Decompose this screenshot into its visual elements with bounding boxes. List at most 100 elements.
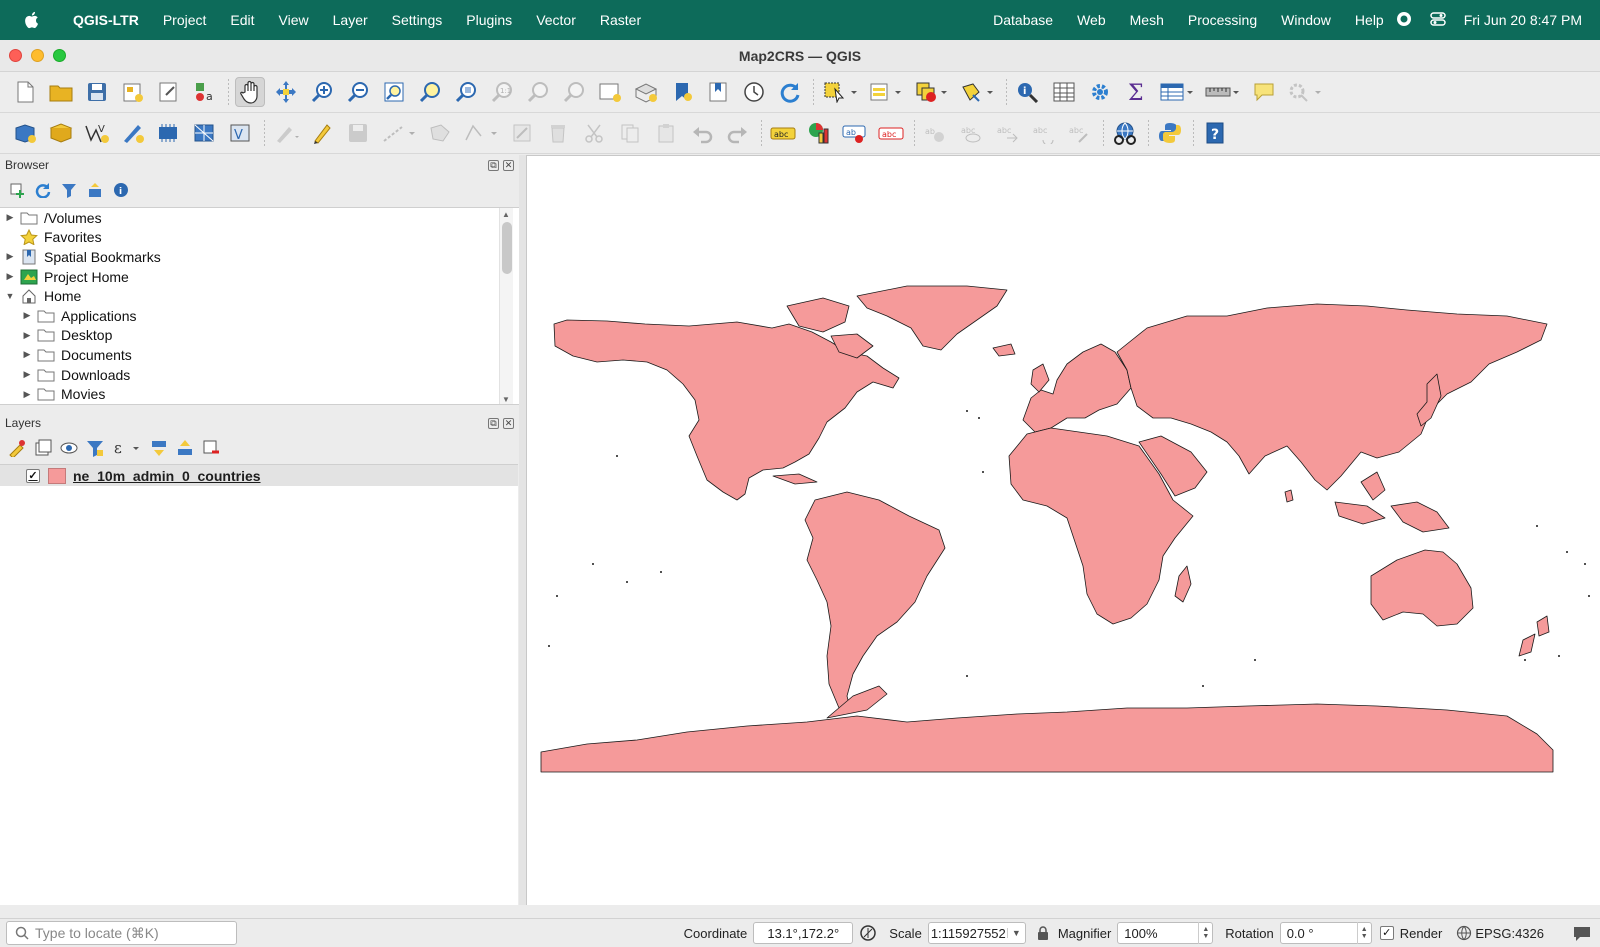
layout-manager-icon[interactable] [154, 77, 184, 107]
render-checkbox[interactable]: ✓ [1379, 926, 1394, 940]
control-center-icon[interactable] [1429, 11, 1446, 29]
cut-features-icon[interactable] [579, 118, 609, 148]
zoom-last-icon[interactable] [523, 77, 553, 107]
modify-attributes-icon[interactable] [507, 118, 537, 148]
undock-panel-icon[interactable]: ⧉ [488, 159, 499, 171]
magnifier-spinbox[interactable]: 100% ▲ ▼ [1117, 922, 1214, 944]
open-project-icon[interactable] [46, 77, 76, 107]
change-label-icon[interactable]: abc [1065, 118, 1095, 148]
apple-icon[interactable] [23, 11, 43, 29]
new-shapefile-layer-icon[interactable]: V [82, 118, 112, 148]
refresh-browser-icon[interactable] [34, 181, 52, 199]
manage-visibility-icon[interactable] [60, 439, 78, 457]
measure-line-icon[interactable] [1203, 77, 1243, 107]
help-icon[interactable]: ? [1200, 118, 1230, 148]
layer-name[interactable]: ne_10m_admin_0_countries [73, 468, 261, 484]
zoom-native-icon[interactable]: 1:1 [487, 77, 517, 107]
zoom-window-button[interactable] [53, 49, 66, 62]
attribute-table-dropdown-icon[interactable] [1157, 77, 1197, 107]
chevron-down-icon[interactable]: ▼ [1006, 928, 1025, 938]
layer-diagram-icon[interactable] [804, 118, 834, 148]
open-attribute-table-icon[interactable] [1049, 77, 1079, 107]
new-map-view-icon[interactable] [595, 77, 625, 107]
copy-features-icon[interactable] [615, 118, 645, 148]
browser-tree[interactable]: ▶ /Volumes Favorites ▶ Spatial Bookmarks ▶ Pro… [0, 207, 520, 405]
menu-settings[interactable]: Settings [380, 12, 455, 28]
style-manager-icon[interactable]: a [190, 77, 220, 107]
new-print-layout-icon[interactable] [118, 77, 148, 107]
menu-view[interactable]: View [267, 12, 321, 28]
zoom-out-icon[interactable] [343, 77, 373, 107]
browser-item[interactable]: ▶ Documents [0, 345, 520, 365]
browser-scrollbar[interactable]: ▲ ▼ [499, 208, 513, 404]
save-project-icon[interactable] [82, 77, 112, 107]
delete-selected-icon[interactable] [543, 118, 573, 148]
expand-arrow-icon[interactable]: ▶ [4, 271, 16, 282]
new-vector-tile-layer-icon[interactable]: V [226, 118, 256, 148]
temporal-controller-icon[interactable] [739, 77, 769, 107]
menu-window[interactable]: Window [1269, 12, 1343, 28]
browser-item[interactable]: ▶ Desktop [0, 326, 520, 346]
browser-item[interactable]: ▼ Home [0, 286, 520, 306]
menu-help[interactable]: Help [1343, 12, 1396, 28]
close-panel-icon[interactable]: ✕ [503, 417, 514, 429]
browser-item[interactable]: ▶ Movies [0, 384, 520, 404]
move-label-icon[interactable]: abc [993, 118, 1023, 148]
show-hide-labels-icon[interactable]: abc [957, 118, 987, 148]
expand-all-icon[interactable] [150, 439, 168, 457]
redo-icon[interactable] [723, 118, 753, 148]
panel-splitter[interactable] [519, 155, 526, 905]
show-bookmarks-icon[interactable] [703, 77, 733, 107]
layer-row[interactable]: ✓ ne_10m_admin_0_countries [0, 465, 518, 486]
layer-visibility-checkbox[interactable]: ✓ [26, 468, 40, 483]
highlight-labels-icon[interactable]: ab [921, 118, 951, 148]
locator-settings-icon[interactable] [1285, 77, 1325, 107]
new-3d-map-view-icon[interactable] [631, 77, 661, 107]
map-tips-icon[interactable] [1249, 77, 1279, 107]
screen-record-icon[interactable] [1396, 11, 1412, 30]
python-console-icon[interactable] [1155, 118, 1185, 148]
coordinate-field[interactable]: 13.1°,172.2° [753, 922, 854, 944]
expand-arrow-icon[interactable]: ▶ [4, 251, 16, 262]
statistical-summary-icon[interactable]: Σ [1121, 77, 1151, 107]
save-layer-edits-icon[interactable] [343, 118, 373, 148]
world-countries-map[interactable] [527, 156, 1600, 904]
filter-browser-icon[interactable] [60, 181, 78, 199]
expand-arrow-icon[interactable]: ▶ [21, 389, 33, 400]
new-bookmark-icon[interactable] [667, 77, 697, 107]
paste-features-icon[interactable] [651, 118, 681, 148]
browser-item[interactable]: Favorites [0, 228, 520, 248]
digitize-line-icon[interactable] [379, 118, 419, 148]
menu-database[interactable]: Database [981, 12, 1065, 28]
zoom-in-icon[interactable] [307, 77, 337, 107]
add-polygon-feature-icon[interactable] [425, 118, 455, 148]
locator-search-field[interactable]: Type to locate (⌘K) [6, 921, 237, 945]
new-mesh-layer-icon[interactable] [190, 118, 220, 148]
pan-map-icon[interactable] [235, 77, 265, 107]
map-canvas[interactable] [526, 155, 1600, 905]
add-group-icon[interactable] [34, 439, 52, 457]
menu-layer[interactable]: Layer [321, 12, 380, 28]
browser-item[interactable]: ▶ Spatial Bookmarks [0, 247, 520, 267]
menu-plugins[interactable]: Plugins [454, 12, 524, 28]
new-temporary-layer-icon[interactable] [118, 118, 148, 148]
pin-labels-icon[interactable]: ab [840, 118, 870, 148]
new-virtual-layer-icon[interactable] [154, 118, 184, 148]
minimize-window-button[interactable] [31, 49, 44, 62]
crs-globe-icon[interactable] [1456, 925, 1472, 941]
expand-arrow-icon[interactable]: ▶ [21, 310, 33, 321]
data-source-manager-icon[interactable] [10, 118, 40, 148]
refresh-icon[interactable] [775, 77, 805, 107]
select-by-value-icon[interactable] [866, 77, 906, 107]
menu-clock[interactable]: Fri Jun 20 8:47 PM [1464, 12, 1582, 28]
crs-button[interactable]: EPSG:4326 [1475, 926, 1544, 941]
menu-vector[interactable]: Vector [524, 12, 588, 28]
expand-arrow-icon[interactable]: ▶ [21, 349, 33, 360]
metasearch-icon[interactable] [1110, 118, 1140, 148]
expand-arrow-icon[interactable]: ▶ [21, 330, 33, 341]
expand-arrow-icon[interactable]: ▶ [21, 369, 33, 380]
spin-arrows-icon[interactable]: ▲ ▼ [1198, 922, 1212, 944]
messages-icon[interactable] [1572, 924, 1592, 942]
menu-mesh[interactable]: Mesh [1118, 12, 1176, 28]
layer-labeling-icon[interactable]: abc [768, 118, 798, 148]
